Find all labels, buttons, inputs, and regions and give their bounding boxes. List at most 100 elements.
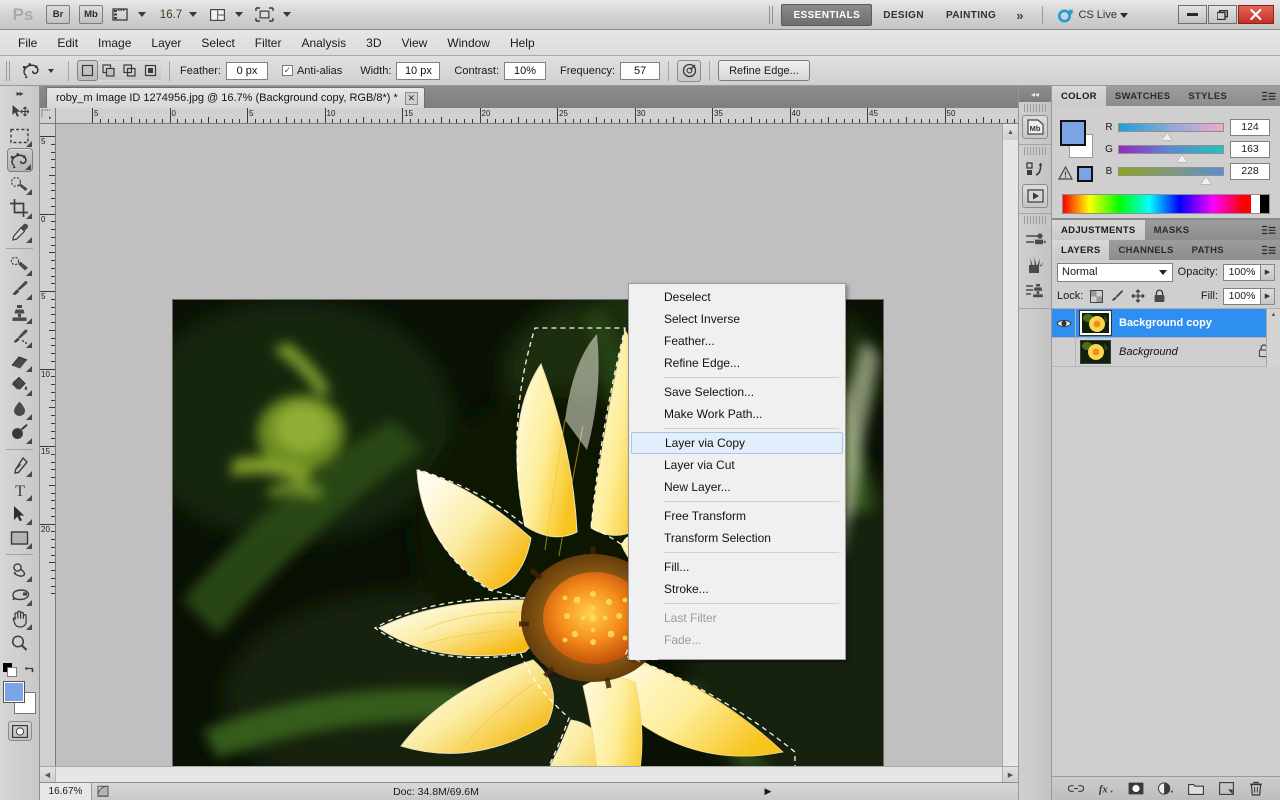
status-zoom-value[interactable]: 16.67%: [40, 783, 92, 800]
tab-masks[interactable]: MASKS: [1145, 220, 1199, 240]
foreground-color-swatch[interactable]: [2, 681, 25, 703]
quick-mask-mode-icon[interactable]: [7, 721, 32, 741]
context-menu-item-select-inverse[interactable]: Select Inverse: [629, 308, 845, 330]
tool-brush[interactable]: [7, 277, 33, 301]
workspace-tab-painting[interactable]: PAINTING: [935, 4, 1007, 26]
channel-value-r[interactable]: 124: [1230, 118, 1270, 136]
context-menu-item-layer-via-cut[interactable]: Layer via Cut: [629, 454, 845, 476]
context-menu-item-make-work-path[interactable]: Make Work Path...: [629, 403, 845, 425]
menu-window[interactable]: Window: [437, 32, 500, 54]
tool-pen[interactable]: [7, 454, 33, 478]
tool-rectangular-marquee[interactable]: [7, 124, 33, 148]
panel-menu-icon[interactable]: [1262, 244, 1276, 256]
workspace-tab-design[interactable]: DESIGN: [872, 4, 935, 26]
context-menu-item-new-layer[interactable]: New Layer...: [629, 476, 845, 498]
context-menu-item-transform-selection[interactable]: Transform Selection: [629, 527, 845, 549]
menu-help[interactable]: Help: [500, 32, 545, 54]
tool-3d-object-rotate[interactable]: [7, 559, 33, 583]
layer-visibility-toggle[interactable]: [1052, 337, 1076, 367]
opacity-stepper[interactable]: ▶: [1261, 263, 1275, 281]
horizontal-ruler[interactable]: 5 0 5 10 15 20 25 30 35 40 45 50: [56, 108, 1018, 124]
close-window-button[interactable]: [1238, 5, 1274, 24]
tab-adjustments[interactable]: ADJUSTMENTS: [1052, 220, 1145, 240]
channel-slider-thumb-r[interactable]: [1162, 132, 1172, 140]
context-menu-item-refine-edge[interactable]: Refine Edge...: [629, 352, 845, 374]
tool-move[interactable]: [7, 100, 33, 124]
document-tab[interactable]: roby_m Image ID 1274956.jpg @ 16.7% (Bac…: [46, 87, 425, 108]
layer-visibility-toggle[interactable]: [1052, 308, 1076, 338]
context-menu-item-stroke[interactable]: Stroke...: [629, 578, 845, 600]
cs-live-button[interactable]: CS Live: [1057, 7, 1128, 23]
tool-quick-selection[interactable]: [7, 172, 33, 196]
tab-swatches[interactable]: SWATCHES: [1106, 86, 1180, 106]
dock-grip[interactable]: [1024, 147, 1046, 155]
tab-layers[interactable]: LAYERS: [1052, 240, 1110, 260]
screen-mode-icon[interactable]: [255, 7, 274, 22]
lock-image-icon[interactable]: [1109, 288, 1125, 304]
zoom-level-value[interactable]: 16.7: [158, 9, 184, 21]
workspace-grip[interactable]: [769, 6, 776, 24]
context-menu-item-layer-via-copy[interactable]: Layer via Copy: [631, 432, 843, 454]
actions-icon[interactable]: [1022, 184, 1048, 208]
context-menu-item-deselect[interactable]: Deselect: [629, 286, 845, 308]
tool-magnetic-lasso[interactable]: [6, 148, 33, 172]
channel-slider-thumb-g[interactable]: [1177, 154, 1187, 162]
context-menu-item-free-transform[interactable]: Free Transform: [629, 505, 845, 527]
collapse-tools-icon[interactable]: ▸▸: [0, 86, 39, 100]
vertical-ruler[interactable]: 5 0 5 10 15 20: [40, 124, 56, 784]
restore-button[interactable]: [1208, 5, 1237, 24]
view-extras-chevron-down-icon[interactable]: [138, 12, 146, 17]
menu-file[interactable]: File: [8, 32, 47, 54]
layers-scroll-up-icon[interactable]: ▲: [1267, 309, 1280, 321]
gamut-warning-icon[interactable]: [1057, 165, 1074, 183]
layer-name[interactable]: Background copy: [1119, 317, 1280, 329]
mini-bridge-icon[interactable]: Mb: [1022, 115, 1048, 139]
tool-zoom[interactable]: [7, 631, 33, 655]
menu-image[interactable]: Image: [88, 32, 141, 54]
width-input[interactable]: 10 px: [396, 61, 441, 80]
swap-colors-icon[interactable]: [23, 664, 36, 677]
context-menu-item-feather[interactable]: Feather...: [629, 330, 845, 352]
preview-proof-icon[interactable]: [92, 785, 114, 798]
canvas-area[interactable]: [56, 124, 1018, 784]
arrange-chevron-down-icon[interactable]: [235, 12, 243, 17]
expand-panels-icon[interactable]: ◂◂: [1019, 86, 1051, 102]
channel-slider-thumb-b[interactable]: [1201, 176, 1211, 184]
tool-history-brush[interactable]: [7, 325, 33, 349]
color-spectrum-ramp[interactable]: [1062, 194, 1270, 214]
add-layer-mask-icon[interactable]: [1128, 781, 1144, 797]
tool-presets-icon[interactable]: [1022, 227, 1048, 251]
context-menu-item-fill[interactable]: Fill...: [629, 556, 845, 578]
view-extras-icon[interactable]: [112, 7, 129, 22]
channel-value-g[interactable]: 163: [1230, 140, 1270, 158]
dock-grip[interactable]: [1024, 216, 1046, 224]
panel-menu-icon[interactable]: [1262, 224, 1276, 236]
scroll-up-icon[interactable]: ▲: [1003, 124, 1018, 140]
tool-paint-bucket[interactable]: [7, 373, 33, 397]
history-icon[interactable]: [1022, 158, 1048, 182]
scroll-left-icon[interactable]: ◀: [40, 767, 56, 782]
tab-color[interactable]: COLOR: [1052, 86, 1106, 106]
close-tab-icon[interactable]: ✕: [404, 91, 418, 105]
layer-style-fx-icon[interactable]: fx: [1098, 781, 1114, 797]
anti-alias-checkbox[interactable]: ✓ Anti-alias: [281, 65, 342, 77]
panel-menu-icon[interactable]: [1262, 90, 1276, 102]
tool-3d-camera-rotate[interactable]: [7, 583, 33, 607]
layer-row-background-copy[interactable]: Background copy: [1052, 308, 1280, 338]
workspace-tab-essentials[interactable]: ESSENTIALS: [781, 4, 873, 26]
menu-3d[interactable]: 3D: [356, 32, 391, 54]
status-expand-icon[interactable]: ▶: [758, 786, 778, 797]
layer-thumbnail[interactable]: [1079, 310, 1112, 336]
zoom-chevron-down-icon[interactable]: [189, 12, 197, 17]
ruler-corner[interactable]: [40, 108, 56, 124]
tab-paths[interactable]: PATHS: [1183, 240, 1233, 260]
brush-presets-icon[interactable]: [1022, 253, 1048, 277]
menu-select[interactable]: Select: [191, 32, 244, 54]
minimize-button[interactable]: [1178, 5, 1207, 24]
clone-source-icon[interactable]: [1022, 279, 1048, 303]
tool-crop[interactable]: [7, 196, 33, 220]
new-group-icon[interactable]: [1188, 781, 1204, 797]
frequency-input[interactable]: 57: [620, 61, 661, 80]
tool-path-selection[interactable]: [7, 502, 33, 526]
layer-name[interactable]: Background: [1119, 346, 1258, 358]
